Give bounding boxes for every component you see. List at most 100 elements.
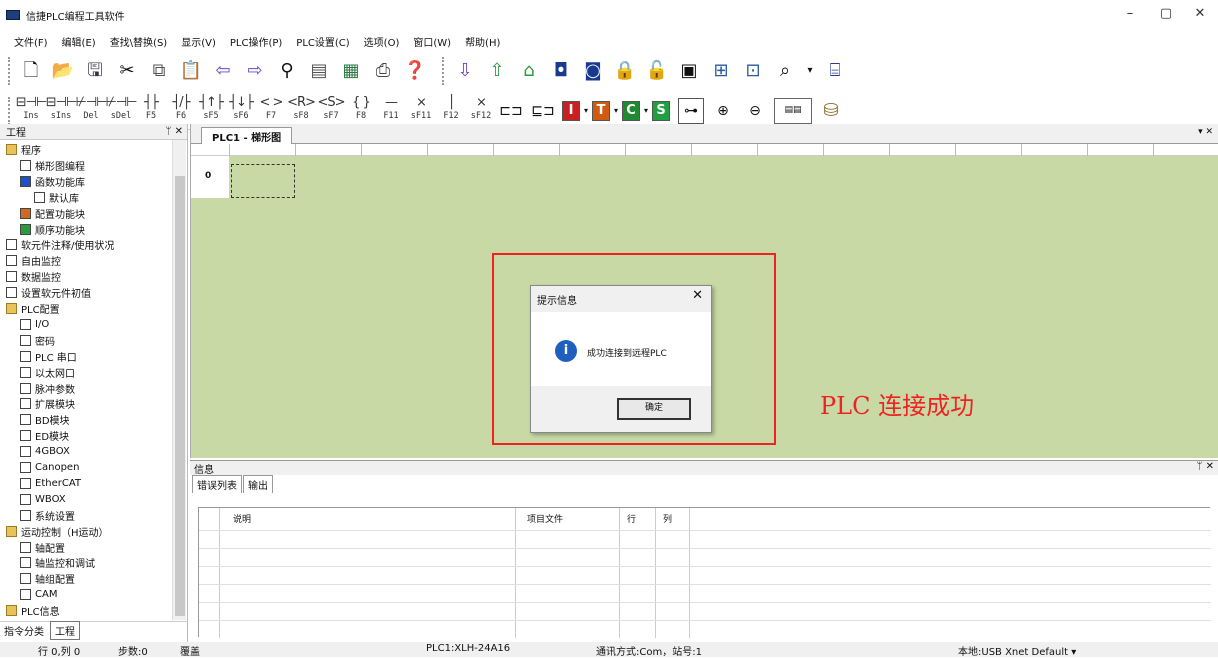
zoom-out-icon[interactable]: ⊖	[742, 98, 768, 124]
tree-item[interactable]: EtherCAT	[20, 476, 81, 491]
tree-item[interactable]: ED模块	[20, 428, 69, 443]
help-icon[interactable]: ❓	[402, 58, 428, 84]
tree-item[interactable]: PLC 串口	[20, 349, 77, 364]
document2-icon[interactable]: ▦	[338, 58, 364, 84]
tab-menu-icon[interactable]: ▾ ✕	[1198, 127, 1213, 137]
cut-icon[interactable]: ✂	[114, 58, 140, 84]
i-block-icon[interactable]: I	[562, 100, 580, 121]
ladder-key-button[interactable]: ┤↑├ sF5	[198, 96, 224, 126]
preview-icon[interactable]: ⊡	[740, 58, 766, 84]
chevron-down-icon[interactable]: ▾	[614, 106, 618, 115]
copy-icon[interactable]: ⧉	[146, 58, 172, 84]
menu-window[interactable]: 窗口(W)	[413, 34, 451, 49]
chevron-down-icon[interactable]: ▾	[644, 106, 648, 115]
document-icon[interactable]: ▤	[306, 58, 332, 84]
save-icon[interactable]: 🖫	[82, 58, 108, 84]
ladder-key-button[interactable]: ┤↓├ sF6	[228, 96, 254, 126]
c-block-icon[interactable]: C	[622, 100, 641, 121]
tree-item[interactable]: BD模块	[20, 412, 70, 427]
menu-plc-settings[interactable]: PLC设置(C)	[296, 34, 349, 49]
tree-item[interactable]: 密码	[20, 333, 55, 348]
tree-item[interactable]: 顺序功能块	[20, 222, 85, 237]
ladder-key-button[interactable]: ⊟⊣⊢ sIns	[46, 96, 78, 126]
tree-item[interactable]: 配置功能块	[20, 206, 85, 221]
tree-item[interactable]: 4GBOX	[20, 444, 70, 459]
ladder-key-button[interactable]: ┤├ F5	[138, 96, 164, 126]
tab-instruction-categories[interactable]: 指令分类	[0, 622, 48, 639]
dialog-close-icon[interactable]: ✕	[692, 288, 703, 303]
compile-icon[interactable]: ⛁	[818, 98, 844, 124]
tree-item[interactable]: 轴配置	[20, 540, 65, 555]
undo-arrow-icon[interactable]: ⇦	[210, 58, 236, 84]
zoom-in-icon[interactable]: ⊕	[710, 98, 736, 124]
tree-item[interactable]: 轴监控和调试	[20, 555, 95, 570]
tab-error-list[interactable]: 错误列表	[192, 475, 242, 493]
zoom-icon[interactable]: ⌕	[772, 58, 798, 84]
print-icon[interactable]: ⎙	[370, 58, 396, 84]
ladder-key-button[interactable]: { } F8	[348, 96, 374, 126]
minimize-button[interactable]: –	[1110, 4, 1150, 24]
ladder-key-button[interactable]: < > F7	[258, 96, 284, 126]
delete-block-icon[interactable]: ⊑⊐	[530, 98, 556, 124]
scrollbar-thumb[interactable]	[175, 176, 185, 616]
pin-close-icon[interactable]: ᛘ ✕	[1196, 461, 1214, 472]
tree-item[interactable]: 程序	[6, 142, 41, 157]
tree-item[interactable]: 梯形图编程	[20, 158, 85, 173]
tree-item[interactable]: PLC信息	[6, 603, 60, 618]
download-icon[interactable]: ⇩	[452, 58, 478, 84]
stop-icon[interactable]: ◙	[580, 58, 606, 84]
unlock-icon[interactable]: 🔓	[644, 58, 670, 84]
column-description[interactable]: 说明	[233, 512, 251, 525]
tree-item[interactable]: 轴组配置	[20, 571, 75, 586]
ladder-key-button[interactable]: <S> sF7	[317, 96, 345, 126]
menu-file[interactable]: 文件(F)	[14, 34, 48, 49]
tree-item[interactable]: 系统设置	[20, 508, 75, 523]
tree-item[interactable]: WBOX	[20, 492, 66, 507]
ladder-key-button[interactable]: ⊬⊣⊢ Del	[76, 96, 108, 126]
tree-scrollbar[interactable]	[172, 140, 186, 620]
t-block-icon[interactable]: T	[592, 100, 611, 121]
tree-item[interactable]: Canopen	[20, 460, 79, 475]
menu-find-replace[interactable]: 查找\替换(S)	[110, 34, 168, 49]
tree-item[interactable]: 数据监控	[6, 269, 61, 284]
pin-close-icon[interactable]: ᛘ ✕	[165, 126, 183, 137]
tree-item[interactable]: 软元件注释/使用状况	[6, 237, 114, 252]
tree-item[interactable]: I/O	[20, 317, 49, 332]
toolbar-grip[interactable]	[8, 57, 12, 85]
tree-item[interactable]: 扩展模块	[20, 396, 75, 411]
tree-item[interactable]: 脉冲参数	[20, 381, 75, 396]
table-icon[interactable]: ⊞	[708, 58, 734, 84]
chevron-down-icon[interactable]: ▾	[804, 58, 816, 84]
ladder-key-button[interactable]: ⨯ sF11	[408, 96, 434, 126]
tree-item[interactable]: 自由监控	[6, 253, 61, 268]
menu-options[interactable]: 选项(O)	[364, 34, 400, 49]
tab-project[interactable]: 工程	[50, 621, 80, 640]
tree-item[interactable]: 函数功能库	[20, 174, 85, 189]
ok-button[interactable]: 确定	[617, 398, 691, 420]
run-icon[interactable]: ⌂	[516, 58, 542, 84]
insert-block-icon[interactable]: ⊏⊐	[498, 98, 524, 124]
ladder-key-button[interactable]: — F11	[378, 96, 404, 126]
new-file-icon[interactable]: 🗋	[18, 58, 44, 84]
lock-icon[interactable]: 🔒	[612, 58, 638, 84]
status-local-port[interactable]: 本地:USB Xnet Default ▾	[958, 643, 1076, 658]
s-block-icon[interactable]: S	[652, 100, 671, 121]
ladder-key-button[interactable]: ┤/├ F6	[168, 96, 194, 126]
ladder-key-button[interactable]: <R> sF8	[287, 96, 316, 126]
tree-item[interactable]: 设置软元件初值	[6, 285, 91, 300]
close-button[interactable]: ✕	[1180, 4, 1218, 24]
menu-edit[interactable]: 编辑(E)	[62, 34, 96, 49]
ladder-key-button[interactable]: │ F12	[438, 96, 464, 126]
tree-item[interactable]: 以太网口	[20, 365, 75, 380]
tab-output[interactable]: 输出	[243, 475, 273, 493]
play-icon[interactable]: ◘	[548, 58, 574, 84]
tab-ladder[interactable]: PLC1 - 梯形图	[201, 127, 293, 144]
monitor-icon[interactable]: ▣	[676, 58, 702, 84]
chevron-down-icon[interactable]: ▾	[584, 106, 588, 115]
ladder-cursor[interactable]	[231, 164, 295, 198]
menu-view[interactable]: 显示(V)	[181, 34, 216, 49]
key-icon[interactable]: ⌸	[822, 58, 848, 84]
ladder-key-button[interactable]: ⨯ sF12	[468, 96, 494, 126]
tree-item[interactable]: 运动控制（H运动）	[6, 524, 109, 539]
ladder-key-button[interactable]: ⊬⊣⊢ sDel	[106, 96, 138, 126]
